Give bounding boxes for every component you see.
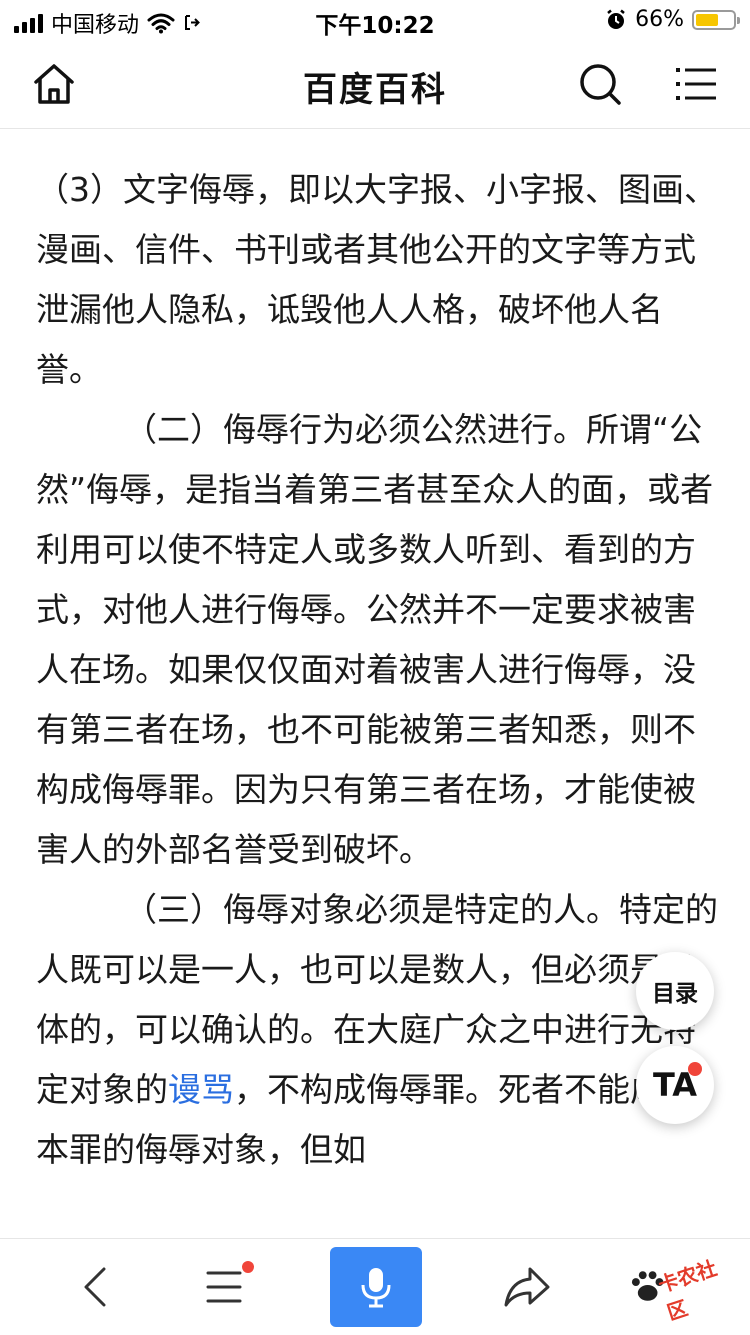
toc-label: 目录 [652, 981, 698, 1007]
status-bar: 中国移动 下午10:22 66% [0, 0, 750, 40]
voice-input-button[interactable] [330, 1247, 422, 1327]
share-icon[interactable] [496, 1257, 556, 1317]
search-icon[interactable] [576, 60, 624, 108]
status-bar-right: 66% [605, 7, 740, 32]
battery-icon [692, 9, 740, 30]
article-body: （3）文字侮辱，即以大字报、小字报、图画、漫画、信件、书刊或者其他公开的文字等方… [36, 160, 720, 1234]
menu-icon[interactable] [672, 60, 720, 108]
battery-percent: 66% [635, 7, 684, 32]
notification-dot [242, 1261, 254, 1273]
toc-button[interactable]: 目录 [636, 952, 714, 1030]
back-icon[interactable] [66, 1257, 126, 1317]
microphone-icon [361, 1268, 391, 1308]
battery-fill [696, 13, 719, 26]
paragraph-text: （3）文字侮辱，即以大字报、小字报、图画、漫画、信件、书刊或者其他公开的文字等方… [36, 170, 717, 389]
nav-bar: 百度百科 [0, 40, 750, 129]
article-paragraph: （二）侮辱行为必须公然进行。所谓“公然”侮辱，是指当着第三者甚至众人的面，或者利… [36, 400, 720, 880]
notification-dot [688, 1062, 702, 1076]
watermark-text: 卡农社区 [655, 1255, 721, 1325]
page-title: 百度百科 [303, 70, 447, 110]
ta-button[interactable]: TA [636, 1046, 714, 1124]
alarm-icon [607, 9, 625, 29]
article-paragraph: （三）侮辱对象必须是特定的人。特定的人既可以是一人，也可以是数人，但必须是具体的… [36, 880, 720, 1180]
watermark: 卡农社区 [628, 1254, 740, 1325]
term-link-manma[interactable]: 谩骂 [168, 1070, 234, 1109]
paragraph-text: （二）侮辱行为必须公然进行。所谓“公然”侮辱，是指当着第三者甚至众人的面，或者利… [36, 410, 714, 869]
article-paragraph: （3）文字侮辱，即以大字报、小字报、图画、漫画、信件、书刊或者其他公开的文字等方… [36, 160, 720, 400]
